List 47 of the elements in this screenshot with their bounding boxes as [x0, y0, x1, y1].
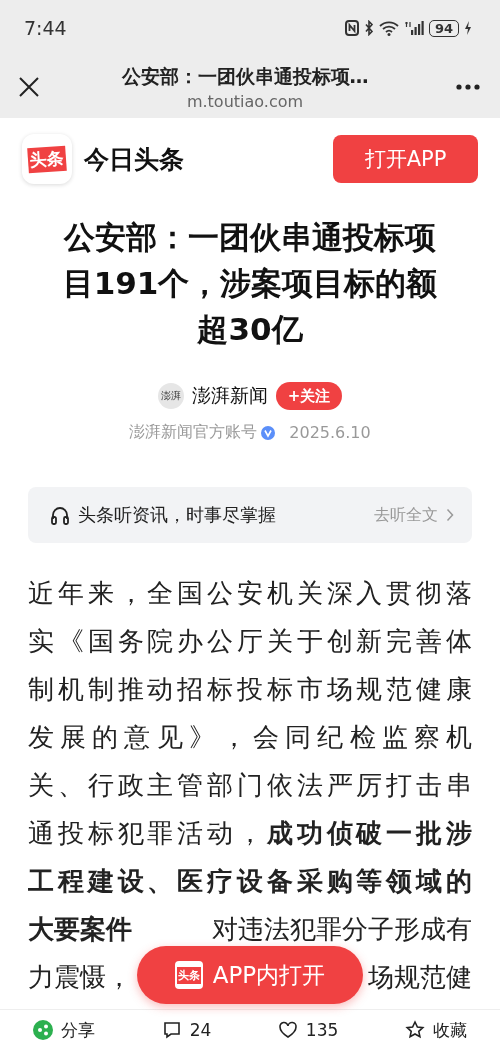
- logo-text: 头条: [176, 966, 201, 984]
- follow-button[interactable]: +关注: [275, 382, 343, 410]
- paragraph-line: 大要案件: [28, 912, 132, 946]
- action-button[interactable]: 收藏: [404, 1018, 467, 1042]
- close-icon[interactable]: [18, 76, 40, 98]
- nfc-icon: [344, 20, 359, 36]
- cellular-signal-icon: [403, 20, 424, 36]
- paragraph-line: 力震慑，: [28, 960, 132, 994]
- source-name[interactable]: 澎湃新闻: [191, 383, 268, 409]
- battery-level: 94: [428, 19, 459, 37]
- open-app-button[interactable]: 打开APP: [333, 135, 478, 183]
- bluetooth-icon: [363, 20, 374, 36]
- paragraph-line: 对违法犯罪分子形成有: [212, 912, 472, 946]
- avatar-text: 澎湃: [160, 389, 181, 403]
- listen-promo-text: 头条听资讯，时事尽掌握: [78, 503, 277, 527]
- more-icon[interactable]: [456, 84, 480, 90]
- wifi-icon: [378, 20, 399, 36]
- charging-icon: [464, 20, 472, 36]
- paragraph-line: 实《国务院办公厅关于创新完善体: [28, 624, 472, 658]
- heart-icon: [277, 1020, 298, 1040]
- star-icon: [404, 1020, 425, 1040]
- headphones-icon: [50, 505, 70, 525]
- paragraph-line: 通投标犯罪活动，成功侦破一批涉: [28, 816, 472, 850]
- paragraph-line: 制机制推动招标投标市场规范健康: [28, 672, 472, 706]
- listen-card[interactable]: 头条听资讯，时事尽掌握 去听全文: [28, 487, 472, 543]
- account-label: 澎湃新闻官方账号: [129, 422, 258, 443]
- comment-icon: [161, 1020, 182, 1040]
- action-button[interactable]: 24: [161, 1020, 212, 1040]
- paragraph-line: 工程建设、医疗设备采购等领域的: [28, 864, 472, 898]
- publish-date: 2025.6.10: [289, 423, 371, 442]
- action-button[interactable]: 135: [277, 1020, 339, 1040]
- paragraph-line: 场规范健: [368, 960, 472, 994]
- logo-text: 头条: [27, 145, 67, 173]
- page-url: m.toutiao.com: [185, 91, 305, 111]
- chevron-right-icon: [446, 508, 454, 522]
- paragraph-line: 发展的意见》，会同纪检监察机: [28, 720, 472, 754]
- open-in-app-button[interactable]: 头条 APP内打开: [137, 946, 363, 1004]
- article-title: 公安部：一团伙串通投标项目191个，涉案项目标的额超30亿: [61, 218, 439, 349]
- clock-time: 7:44: [24, 17, 67, 39]
- paragraph-line: 关、行政主管部门依法严厉打击串: [28, 768, 472, 802]
- share-icon: [33, 1020, 54, 1040]
- source-avatar[interactable]: 澎湃: [157, 383, 184, 409]
- action-button[interactable]: 分享: [33, 1018, 96, 1042]
- button-label: APP内打开: [212, 960, 326, 990]
- app-name: 今日头条: [84, 143, 185, 176]
- paragraph-line: 近年来，全国公安机关深入贯彻落: [28, 576, 472, 610]
- page-title: 公安部：一团伙串通投标项…: [120, 63, 370, 89]
